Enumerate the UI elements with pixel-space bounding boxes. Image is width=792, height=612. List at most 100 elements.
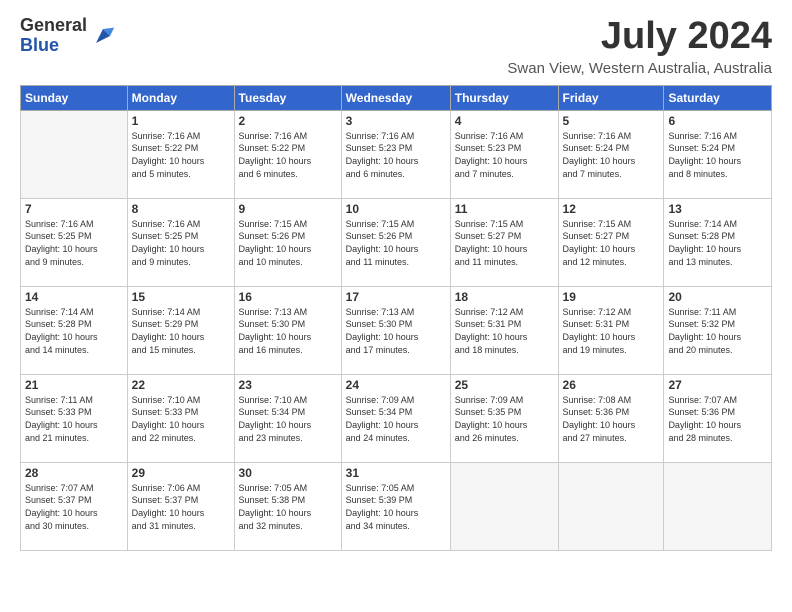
calendar-week-row: 28 Sunrise: 7:07 AM Sunset: 5:37 PM Dayli… — [21, 462, 772, 550]
col-friday: Friday — [558, 85, 664, 110]
day-number: 12 — [563, 202, 660, 216]
col-wednesday: Wednesday — [341, 85, 450, 110]
day-info: Sunrise: 7:14 AM Sunset: 5:28 PM Dayligh… — [25, 306, 123, 356]
table-row: 8 Sunrise: 7:16 AM Sunset: 5:25 PM Daylig… — [127, 198, 234, 286]
day-number: 1 — [132, 114, 230, 128]
table-row: 21Sunrise: 7:11 AM Sunset: 5:33 PM Dayli… — [21, 374, 128, 462]
day-info: Sunrise: 7:16 AM Sunset: 5:24 PM Dayligh… — [563, 130, 660, 180]
day-number: 28 — [25, 466, 123, 480]
day-number: 4 — [455, 114, 554, 128]
day-number: 5 — [563, 114, 660, 128]
day-info: Sunrise: 7:16 AM Sunset: 5:25 PM Dayligh… — [25, 218, 123, 268]
day-number: 14 — [25, 290, 123, 304]
day-number: 18 — [455, 290, 554, 304]
day-number: 21 — [25, 378, 123, 392]
col-sunday: Sunday — [21, 85, 128, 110]
table-row: 12 Sunrise: 7:15 AM Sunset: 5:27 PM Dayli… — [558, 198, 664, 286]
calendar-week-row: 1 Sunrise: 7:16 AM Sunset: 5:22 PM Daylig… — [21, 110, 772, 198]
table-row: 28 Sunrise: 7:07 AM Sunset: 5:37 PM Dayli… — [21, 462, 128, 550]
table-row: 29 Sunrise: 7:06 AM Sunset: 5:37 PM Dayli… — [127, 462, 234, 550]
table-row: 23Sunrise: 7:10 AM Sunset: 5:34 PM Dayli… — [234, 374, 341, 462]
day-info: Sunrise: 7:12 AM Sunset: 5:31 PM Dayligh… — [563, 306, 660, 356]
day-info: Sunrise: 7:16 AM Sunset: 5:22 PM Dayligh… — [132, 130, 230, 180]
table-row: 4 Sunrise: 7:16 AM Sunset: 5:23 PM Daylig… — [450, 110, 558, 198]
day-info: Sunrise: 7:09 AM Sunset: 5:34 PM Dayligh… — [346, 394, 446, 444]
day-number: 13 — [668, 202, 767, 216]
calendar-header-row: Sunday Monday Tuesday Wednesday Thursday… — [21, 85, 772, 110]
table-row: 19 Sunrise: 7:12 AM Sunset: 5:31 PM Dayli… — [558, 286, 664, 374]
logo-blue: Blue — [20, 35, 59, 55]
calendar-week-row: 7 Sunrise: 7:16 AM Sunset: 5:25 PM Daylig… — [21, 198, 772, 286]
day-info: Sunrise: 7:15 AM Sunset: 5:26 PM Dayligh… — [346, 218, 446, 268]
calendar-week-row: 14 Sunrise: 7:14 AM Sunset: 5:28 PM Dayli… — [21, 286, 772, 374]
table-row: 1 Sunrise: 7:16 AM Sunset: 5:22 PM Daylig… — [127, 110, 234, 198]
day-number: 23 — [239, 378, 337, 392]
day-info: Sunrise: 7:11 AM Sunset: 5:32 PM Dayligh… — [668, 306, 767, 356]
table-row: 24Sunrise: 7:09 AM Sunset: 5:34 PM Dayli… — [341, 374, 450, 462]
table-row: 14 Sunrise: 7:14 AM Sunset: 5:28 PM Dayli… — [21, 286, 128, 374]
day-number: 17 — [346, 290, 446, 304]
day-number: 9 — [239, 202, 337, 216]
col-saturday: Saturday — [664, 85, 772, 110]
day-number: 6 — [668, 114, 767, 128]
table-row — [21, 110, 128, 198]
day-info: Sunrise: 7:16 AM Sunset: 5:23 PM Dayligh… — [455, 130, 554, 180]
day-info: Sunrise: 7:05 AM Sunset: 5:38 PM Dayligh… — [239, 482, 337, 532]
table-row: 22 Sunrise: 7:10 AM Sunset: 5:33 PM Dayli… — [127, 374, 234, 462]
table-row: 15Sunrise: 7:14 AM Sunset: 5:29 PM Dayli… — [127, 286, 234, 374]
header: General Blue July 2024 Swan View, Wester… — [20, 16, 772, 77]
logo-bird-icon — [89, 22, 117, 50]
day-info: Sunrise: 7:05 AM Sunset: 5:39 PM Dayligh… — [346, 482, 446, 532]
day-info: Sunrise: 7:15 AM Sunset: 5:27 PM Dayligh… — [455, 218, 554, 268]
table-row: 11 Sunrise: 7:15 AM Sunset: 5:27 PM Dayli… — [450, 198, 558, 286]
day-info: Sunrise: 7:06 AM Sunset: 5:37 PM Dayligh… — [132, 482, 230, 532]
day-number: 11 — [455, 202, 554, 216]
day-info: Sunrise: 7:10 AM Sunset: 5:33 PM Dayligh… — [132, 394, 230, 444]
table-row: 7 Sunrise: 7:16 AM Sunset: 5:25 PM Daylig… — [21, 198, 128, 286]
day-info: Sunrise: 7:16 AM Sunset: 5:24 PM Dayligh… — [668, 130, 767, 180]
day-number: 26 — [563, 378, 660, 392]
day-info: Sunrise: 7:12 AM Sunset: 5:31 PM Dayligh… — [455, 306, 554, 356]
table-row: 27 Sunrise: 7:07 AM Sunset: 5:36 PM Dayli… — [664, 374, 772, 462]
table-row: 9Sunrise: 7:15 AM Sunset: 5:26 PM Daylig… — [234, 198, 341, 286]
day-info: Sunrise: 7:08 AM Sunset: 5:36 PM Dayligh… — [563, 394, 660, 444]
calendar-table: Sunday Monday Tuesday Wednesday Thursday… — [20, 85, 772, 551]
day-number: 19 — [563, 290, 660, 304]
day-number: 16 — [239, 290, 337, 304]
day-info: Sunrise: 7:16 AM Sunset: 5:23 PM Dayligh… — [346, 130, 446, 180]
table-row: 13 Sunrise: 7:14 AM Sunset: 5:28 PM Dayli… — [664, 198, 772, 286]
day-number: 7 — [25, 202, 123, 216]
day-number: 30 — [239, 466, 337, 480]
logo-general: General — [20, 15, 87, 35]
day-number: 31 — [346, 466, 446, 480]
day-number: 27 — [668, 378, 767, 392]
logo-text: General Blue — [20, 16, 87, 56]
day-number: 22 — [132, 378, 230, 392]
day-info: Sunrise: 7:14 AM Sunset: 5:28 PM Dayligh… — [668, 218, 767, 268]
table-row: 3 Sunrise: 7:16 AM Sunset: 5:23 PM Daylig… — [341, 110, 450, 198]
day-number: 3 — [346, 114, 446, 128]
day-info: Sunrise: 7:16 AM Sunset: 5:25 PM Dayligh… — [132, 218, 230, 268]
day-info: Sunrise: 7:07 AM Sunset: 5:36 PM Dayligh… — [668, 394, 767, 444]
day-info: Sunrise: 7:13 AM Sunset: 5:30 PM Dayligh… — [239, 306, 337, 356]
day-info: Sunrise: 7:09 AM Sunset: 5:35 PM Dayligh… — [455, 394, 554, 444]
table-row: 25Sunrise: 7:09 AM Sunset: 5:35 PM Dayli… — [450, 374, 558, 462]
table-row: 20Sunrise: 7:11 AM Sunset: 5:32 PM Dayli… — [664, 286, 772, 374]
month-year-title: July 2024 — [507, 16, 772, 58]
col-monday: Monday — [127, 85, 234, 110]
day-number: 29 — [132, 466, 230, 480]
day-number: 10 — [346, 202, 446, 216]
table-row: 26 Sunrise: 7:08 AM Sunset: 5:36 PM Dayli… — [558, 374, 664, 462]
table-row: 16 Sunrise: 7:13 AM Sunset: 5:30 PM Dayli… — [234, 286, 341, 374]
day-info: Sunrise: 7:13 AM Sunset: 5:30 PM Dayligh… — [346, 306, 446, 356]
table-row: 5 Sunrise: 7:16 AM Sunset: 5:24 PM Daylig… — [558, 110, 664, 198]
day-number: 8 — [132, 202, 230, 216]
day-info: Sunrise: 7:07 AM Sunset: 5:37 PM Dayligh… — [25, 482, 123, 532]
logo: General Blue — [20, 16, 117, 56]
location-subtitle: Swan View, Western Australia, Australia — [507, 60, 772, 77]
table-row: 6 Sunrise: 7:16 AM Sunset: 5:24 PM Daylig… — [664, 110, 772, 198]
day-info: Sunrise: 7:16 AM Sunset: 5:22 PM Dayligh… — [239, 130, 337, 180]
table-row: 30 Sunrise: 7:05 AM Sunset: 5:38 PM Dayli… — [234, 462, 341, 550]
day-info: Sunrise: 7:15 AM Sunset: 5:27 PM Dayligh… — [563, 218, 660, 268]
col-thursday: Thursday — [450, 85, 558, 110]
